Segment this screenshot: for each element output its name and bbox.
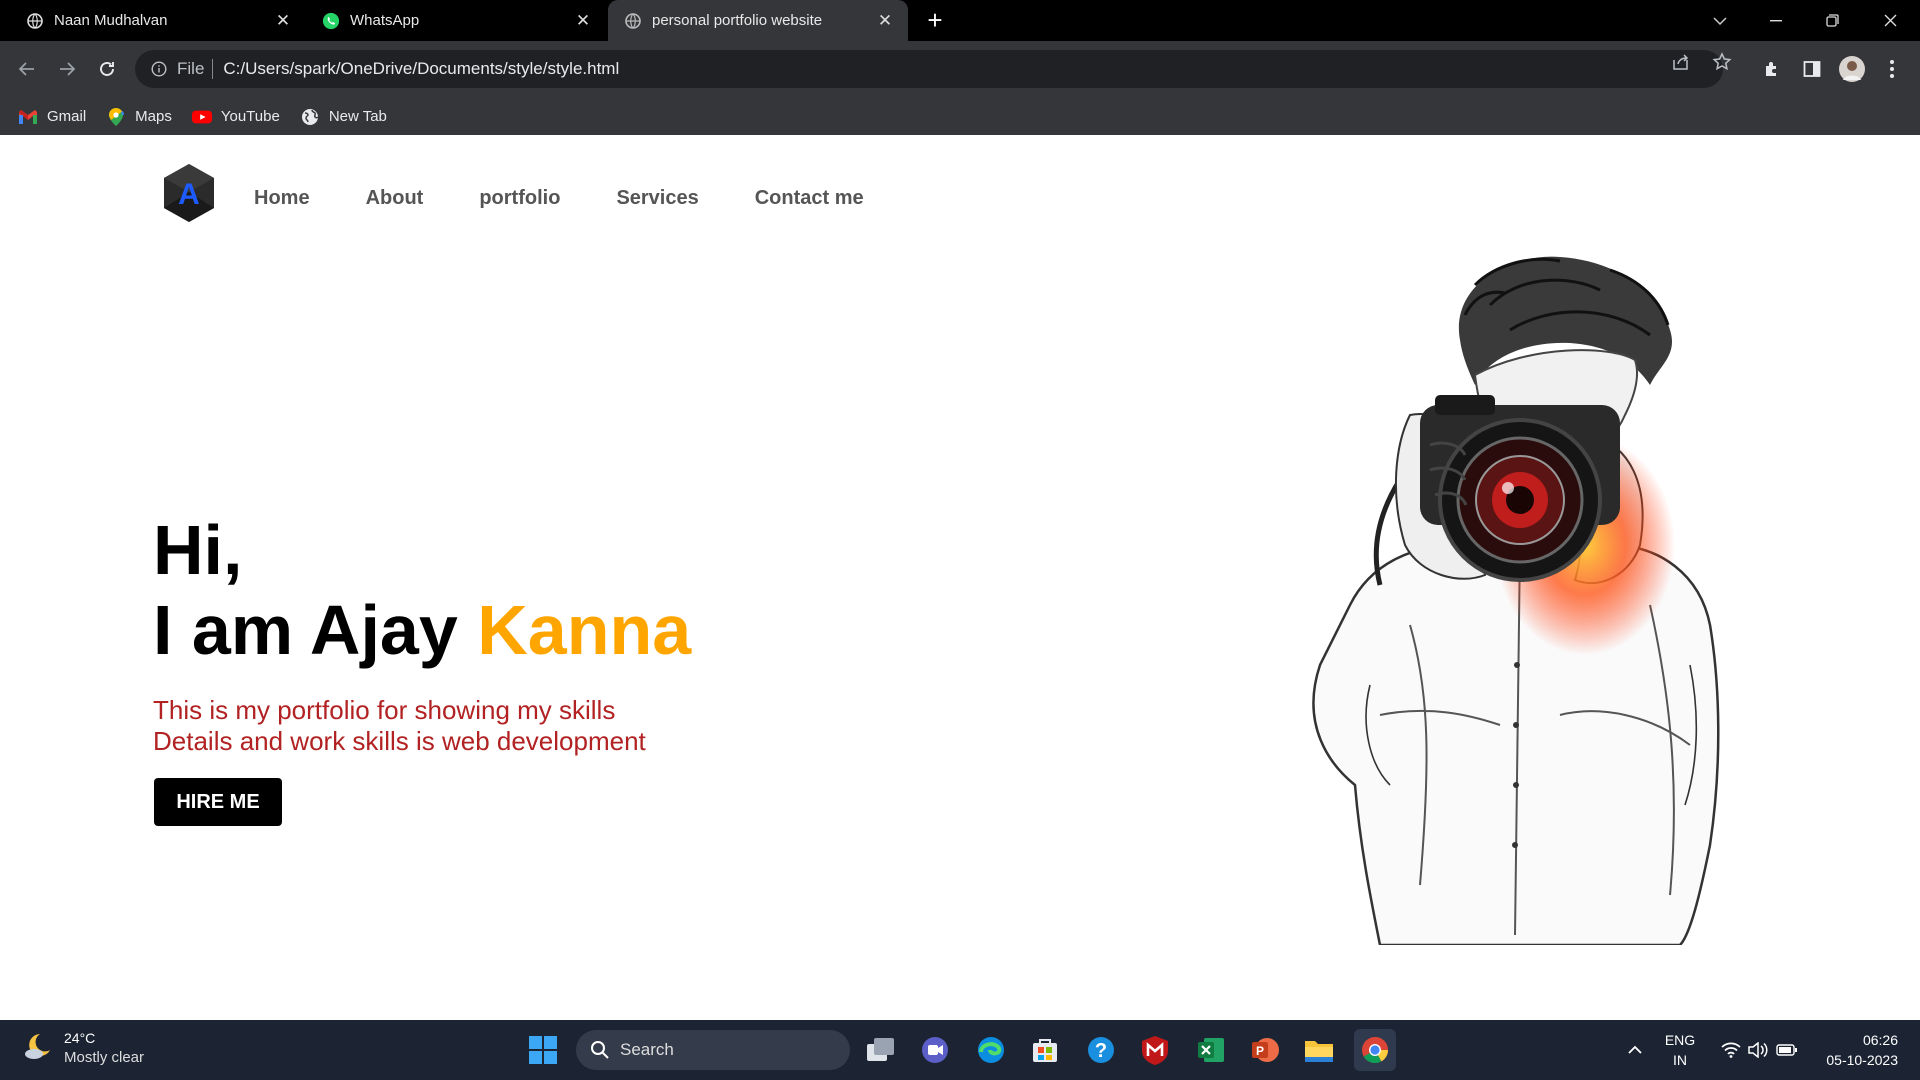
extensions-icon[interactable] — [1758, 55, 1786, 83]
bookmark-label: New Tab — [328, 108, 387, 125]
show-hidden-icons-chevron-icon[interactable] — [1620, 1020, 1650, 1080]
whatsapp-icon — [322, 12, 340, 30]
maps-icon — [106, 107, 126, 127]
weather-widget[interactable]: 24°C Mostly clear — [22, 1028, 144, 1068]
new-tab-button[interactable]: + — [922, 7, 948, 34]
bookmark-star-icon[interactable] — [1710, 50, 1734, 74]
bookmark-gmail[interactable]: Gmail — [18, 107, 86, 127]
browser-toolbar: File C:/Users/spark/OneDrive/Documents/s… — [0, 41, 1920, 98]
search-label: Search — [620, 1040, 674, 1059]
bookmarks-bar: Gmail Maps YouTube New Tab — [0, 98, 1920, 135]
nav-link-home[interactable]: Home — [254, 187, 310, 210]
youtube-icon — [191, 107, 212, 127]
info-icon[interactable] — [149, 59, 169, 79]
tab-title: personal portfolio website — [652, 12, 823, 29]
close-window-button[interactable] — [1862, 0, 1918, 41]
teams-chat-icon[interactable] — [914, 1029, 956, 1071]
url-text[interactable]: C:/Users/spark/OneDrive/Documents/style/… — [223, 59, 619, 79]
task-view-icon[interactable] — [860, 1029, 902, 1071]
mcafee-icon[interactable] — [1134, 1029, 1176, 1071]
clock-time: 06:26 — [1862, 1032, 1898, 1048]
restore-button[interactable] — [1804, 0, 1860, 41]
hire-me-button[interactable]: HIRE ME — [154, 778, 282, 826]
bookmark-new-tab[interactable]: New Tab — [300, 107, 387, 127]
tab-naan-mudhalvan[interactable]: Naan Mudhalvan ✕ — [0, 0, 306, 41]
clock[interactable]: 06:26 05-10-2023 — [1808, 1030, 1898, 1070]
edge-icon[interactable] — [970, 1029, 1012, 1071]
divider — [212, 59, 214, 79]
hero-name-highlight: Kanna — [477, 591, 692, 669]
language-region: IN — [1673, 1052, 1687, 1068]
bookmark-label: Gmail — [47, 108, 87, 125]
address-bar[interactable]: File C:/Users/spark/OneDrive/Documents/s… — [135, 50, 1723, 88]
hero-intro: I am Ajay — [153, 591, 478, 669]
logo-letter: A — [178, 178, 200, 211]
main-nav: Home About portfolio Services Contact me — [254, 187, 920, 210]
nav-link-portfolio[interactable]: portfolio — [479, 187, 560, 210]
microsoft-store-icon[interactable] — [1024, 1029, 1066, 1071]
hero-description: This is my portfolio for showing my skil… — [153, 695, 646, 757]
tab-whatsapp[interactable]: WhatsApp ✕ — [306, 0, 606, 41]
language-line: ENG — [1664, 1032, 1696, 1048]
help-icon[interactable]: ? — [1080, 1029, 1122, 1071]
moon-cloud-icon — [22, 1030, 54, 1067]
nav-link-contact[interactable]: Contact me — [755, 187, 864, 210]
weather-temperature: 24°C — [64, 1030, 96, 1046]
clock-date: 05-10-2023 — [1826, 1052, 1898, 1068]
tab-strip: Naan Mudhalvan ✕ WhatsApp ✕ personal por… — [0, 0, 1920, 41]
svg-text:P: P — [1256, 1044, 1264, 1058]
minimize-button[interactable] — [1748, 0, 1804, 41]
hero-title: I am Ajay Kanna — [153, 590, 691, 670]
hero-photographer-illustration — [1230, 245, 1770, 947]
globe-icon — [624, 12, 642, 30]
language-indicator[interactable]: ENG IN — [1660, 1020, 1700, 1080]
side-panel-icon[interactable] — [1798, 55, 1826, 83]
tab-title: Naan Mudhalvan — [54, 12, 168, 29]
back-button[interactable] — [13, 55, 41, 83]
volume-icon[interactable] — [1744, 1020, 1772, 1080]
tab-search-chevron-icon[interactable] — [1692, 0, 1748, 41]
excel-icon[interactable] — [1190, 1029, 1232, 1071]
tab-personal-portfolio[interactable]: personal portfolio website ✕ — [608, 0, 908, 41]
tab-title: WhatsApp — [350, 12, 420, 29]
menu-icon[interactable] — [1878, 55, 1906, 83]
portfolio-page: A Home About portfolio Services Contact … — [0, 135, 1920, 1020]
share-icon[interactable] — [1669, 50, 1693, 74]
powerpoint-icon[interactable]: P — [1244, 1029, 1286, 1071]
forward-button[interactable] — [53, 55, 81, 83]
search-icon — [590, 1040, 610, 1060]
bookmark-maps[interactable]: Maps — [106, 107, 172, 127]
nav-link-services[interactable]: Services — [616, 187, 698, 210]
close-icon[interactable]: ✕ — [876, 11, 894, 30]
bookmark-youtube[interactable]: YouTube — [191, 107, 280, 127]
bookmark-label: YouTube — [220, 108, 280, 125]
site-logo[interactable]: A — [162, 163, 216, 223]
globe-icon — [26, 12, 44, 30]
close-icon[interactable]: ✕ — [574, 11, 592, 30]
file-explorer-icon[interactable] — [1298, 1029, 1340, 1071]
url-scheme-label: File — [177, 59, 205, 78]
gmail-icon — [18, 107, 38, 127]
weather-condition: Mostly clear — [64, 1049, 145, 1066]
windows-taskbar: 24°C Mostly clear Search ? P ENG IN 06:2… — [0, 1020, 1920, 1080]
bookmark-label: Maps — [135, 108, 172, 125]
globe-icon — [300, 107, 320, 127]
windows-start-icon[interactable] — [522, 1029, 564, 1071]
description-line: Details and work skills is web developme… — [153, 726, 646, 756]
wifi-icon[interactable] — [1716, 1020, 1746, 1080]
nav-link-about[interactable]: About — [366, 187, 424, 210]
chrome-icon[interactable] — [1354, 1029, 1396, 1071]
battery-icon[interactable] — [1772, 1020, 1802, 1080]
reload-button[interactable] — [93, 55, 121, 83]
taskbar-search[interactable]: Search — [576, 1030, 850, 1070]
close-icon[interactable]: ✕ — [274, 11, 292, 30]
avatar[interactable] — [1838, 55, 1866, 83]
svg-text:?: ? — [1095, 1040, 1107, 1062]
description-line: This is my portfolio for showing my skil… — [153, 695, 616, 725]
hero-greeting: Hi, — [153, 511, 243, 589]
